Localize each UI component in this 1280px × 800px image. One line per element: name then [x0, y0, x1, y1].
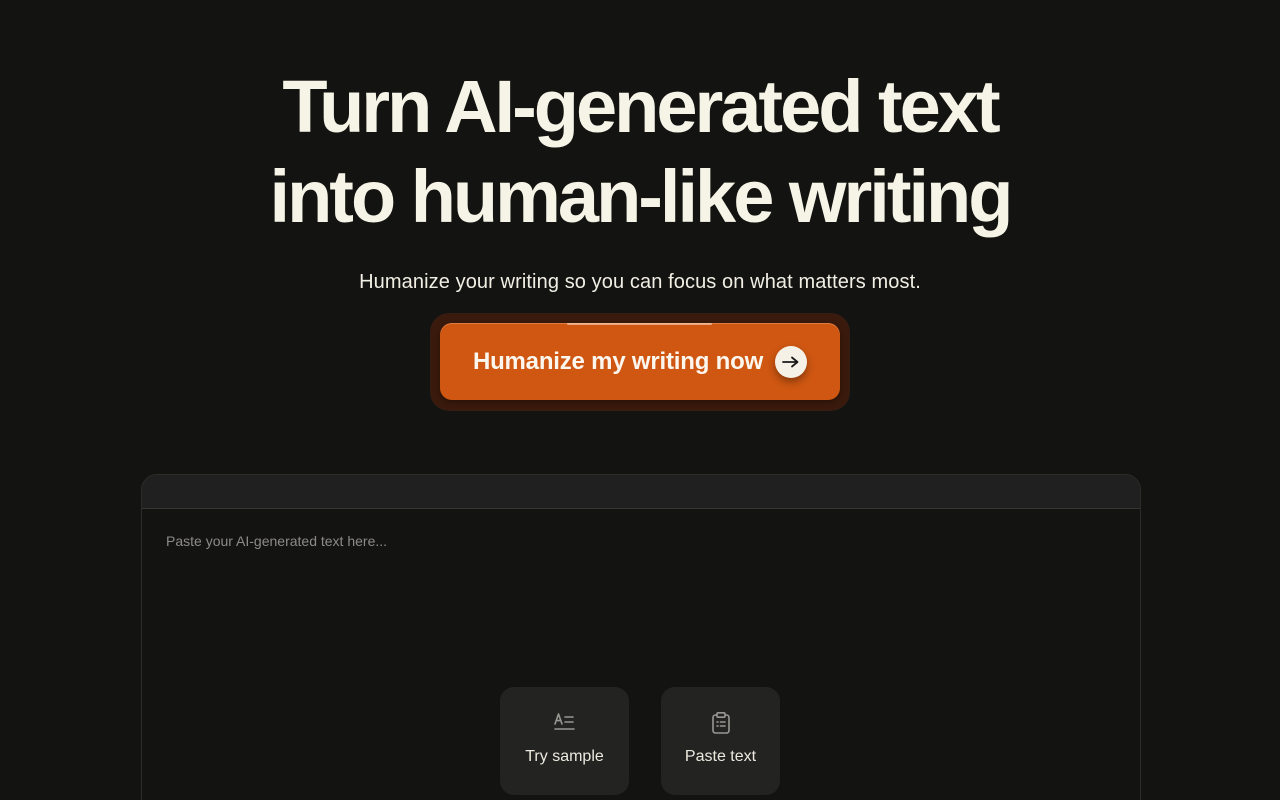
try-sample-label: Try sample: [525, 748, 604, 765]
headline-line-2: into human-like writing: [269, 155, 1014, 238]
page-headline: Turn AI-generated text into human-like w…: [0, 62, 1280, 242]
humanize-now-button[interactable]: Humanize my writing now: [440, 323, 840, 400]
cta-label: Humanize my writing now: [472, 347, 764, 375]
page-subtitle: Humanize your writing so you can focus o…: [359, 271, 921, 293]
editor-panel-body: Try sample Paste text: [142, 509, 1140, 800]
paste-text-label: Paste text: [684, 748, 757, 765]
editor-panel-header: [142, 475, 1140, 509]
cta-outer-frame: Humanize my writing now: [431, 314, 849, 410]
cta-top-highlight: [567, 323, 712, 325]
editor-panel: Try sample Paste text: [141, 474, 1141, 800]
text-sample-icon: [553, 711, 577, 735]
arrow-right-icon: [775, 345, 808, 378]
hero-section: Turn AI-generated text into human-like w…: [0, 62, 1280, 294]
clipboard-icon: [709, 711, 733, 735]
try-sample-button[interactable]: Try sample: [500, 687, 629, 795]
headline-line-1: Turn AI-generated text: [282, 65, 1000, 148]
paste-text-button[interactable]: Paste text: [661, 687, 780, 795]
ai-text-input[interactable]: [166, 533, 1106, 673]
